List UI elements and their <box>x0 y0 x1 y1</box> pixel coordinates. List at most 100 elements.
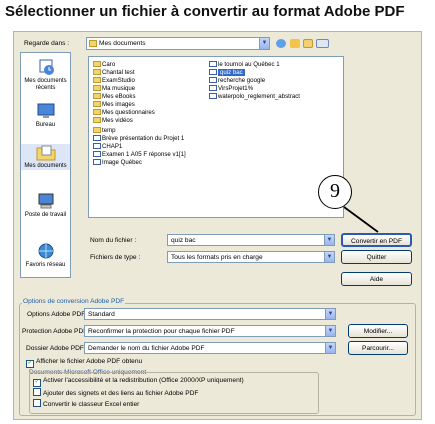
list-item[interactable]: Mes vidéos <box>93 117 133 125</box>
convert-button[interactable]: Convertir en PDF <box>341 233 412 247</box>
file-name: le tournoi au Québec 1 <box>218 61 280 68</box>
back-icon[interactable] <box>276 39 286 48</box>
list-item[interactable]: temp <box>93 127 116 135</box>
my-documents-icon <box>36 145 55 161</box>
list-item-selected[interactable]: quiz bac <box>209 69 245 77</box>
document-icon <box>209 61 217 67</box>
place-my-computer[interactable]: Poste de travail <box>21 193 70 219</box>
file-name: Image Québec <box>102 159 142 166</box>
place-desktop[interactable]: Bureau <box>21 103 70 129</box>
file-name: Brève présentation du Projet 1 <box>102 135 185 142</box>
pdf-protection-label: Protection Adobe PDF : <box>22 328 91 335</box>
file-name: ExamStudio <box>102 77 135 84</box>
place-label: Bureau <box>35 122 56 128</box>
document-icon <box>209 77 217 83</box>
document-icon <box>209 69 217 75</box>
folder-icon <box>93 117 101 123</box>
checkbox-checked-icon[interactable]: ✓ <box>26 360 34 368</box>
callout-pointer <box>343 206 379 233</box>
list-item[interactable]: ExamStudio <box>93 77 135 85</box>
list-item[interactable]: Examen 1 A05 F réponse v1[1] <box>93 151 186 159</box>
file-name-input[interactable]: quiz bac ▼ <box>167 234 335 246</box>
modify-button[interactable]: Modifier... <box>348 324 408 338</box>
place-label: Poste de travail <box>24 212 67 218</box>
look-in-select[interactable]: Mes documents ▼ <box>86 37 270 50</box>
list-item[interactable]: Caro <box>93 61 115 69</box>
browse-button[interactable]: Parcourir... <box>348 341 408 355</box>
document-icon <box>209 93 217 99</box>
document-icon <box>93 135 101 141</box>
chevron-down-icon[interactable]: ▼ <box>324 252 334 262</box>
bookmarks-checkbox[interactable]: Ajouter des signets et des liens au fich… <box>33 388 198 397</box>
list-item[interactable]: Image Québec <box>93 159 142 167</box>
place-my-documents[interactable]: Mes documents <box>21 144 70 170</box>
conversion-options-title: Options de conversion Adobe PDF <box>22 298 126 305</box>
excel-workbook-checkbox[interactable]: Convertir le classeur Excel entier <box>33 399 139 408</box>
new-folder-icon[interactable] <box>303 39 313 48</box>
pdf-protection-value: Reconfirmer la protection pour chaque fi… <box>88 328 235 335</box>
file-list[interactable]: Caro Chantal test ExamStudio Ma musique … <box>88 56 344 218</box>
help-button[interactable]: Aide <box>341 272 412 286</box>
pdf-options-value: Standard <box>88 311 115 318</box>
list-item[interactable]: Mes images <box>93 101 135 109</box>
file-name: Mes images <box>102 101 135 108</box>
list-item[interactable]: Brève présentation du Projet 1 <box>93 135 184 143</box>
callout-number: 9 <box>318 175 352 209</box>
document-icon <box>93 159 101 165</box>
chevron-down-icon[interactable]: ▼ <box>325 343 335 353</box>
checkbox-unchecked-icon[interactable] <box>33 399 41 407</box>
list-item[interactable]: waterpolo_reglement_abstract <box>209 93 300 101</box>
file-name: Mes vidéos <box>102 117 133 124</box>
chevron-down-icon[interactable]: ▼ <box>324 235 334 245</box>
document-icon <box>209 85 217 91</box>
bookmarks-label: Ajouter des signets et des liens au fich… <box>43 390 199 397</box>
file-name: temp <box>102 127 116 134</box>
list-item[interactable]: recherche google <box>209 77 265 85</box>
show-result-label: Afficher le fichier Adobe PDF obtenu <box>36 358 143 365</box>
page-title: Sélectionner un fichier à convertir au f… <box>5 3 405 20</box>
file-name: CHAP1 <box>102 143 123 150</box>
place-label: Favoris réseau <box>25 262 66 268</box>
file-type-label: Fichiers de type : <box>90 254 141 261</box>
desktop-icon <box>37 103 54 118</box>
look-in-value: Mes documents <box>99 40 146 47</box>
up-folder-icon[interactable] <box>290 39 300 48</box>
pdf-folder-select[interactable]: Demander le nom du fichier Adobe PDF ▼ <box>84 342 336 354</box>
folder-icon <box>89 40 97 47</box>
pdf-folder-value: Demander le nom du fichier Adobe PDF <box>88 345 205 352</box>
pdf-protection-select[interactable]: Reconfirmer la protection pour chaque fi… <box>84 325 336 337</box>
list-item[interactable]: Mes eBooks <box>93 93 136 101</box>
list-item[interactable]: VirsProjet1% <box>209 85 253 93</box>
file-name: Mes questionnaires <box>102 109 155 116</box>
place-network[interactable]: Favoris réseau <box>21 243 70 269</box>
list-item[interactable]: Ma musique <box>93 85 135 93</box>
look-in-label: Regarde dans : <box>24 40 70 47</box>
place-recent-documents[interactable]: Mes documents récents <box>21 59 70 92</box>
show-result-checkbox[interactable]: ✓ Afficher le fichier Adobe PDF obtenu <box>26 358 142 368</box>
list-item[interactable]: CHAP1 <box>93 143 122 151</box>
list-item[interactable]: Chantal test <box>93 69 135 77</box>
file-type-select[interactable]: Tous les formats pris en charge ▼ <box>167 251 335 263</box>
file-name-label: Nom du fichier : <box>90 237 137 244</box>
network-places-icon <box>38 243 53 259</box>
list-item[interactable]: Mes questionnaires <box>93 109 155 117</box>
excel-workbook-label: Convertir le classeur Excel entier <box>43 401 140 408</box>
file-name: VirsProjet1% <box>218 85 254 92</box>
accessibility-checkbox[interactable]: ✓ Activer l'accessibilité et la redistrib… <box>33 377 244 387</box>
view-menu-icon[interactable] <box>316 39 329 48</box>
pdf-options-select[interactable]: Standard ▼ <box>84 308 336 320</box>
folder-icon <box>93 101 101 107</box>
chevron-down-icon[interactable]: ▼ <box>325 309 335 319</box>
quit-button[interactable]: Quitter <box>341 250 412 264</box>
folder-icon <box>93 61 101 67</box>
list-item[interactable]: le tournoi au Québec 1 <box>209 61 280 69</box>
chevron-down-icon[interactable]: ▼ <box>259 38 269 49</box>
pdf-folder-label: Dossier Adobe PDF : <box>26 345 88 352</box>
chevron-down-icon[interactable]: ▼ <box>325 326 335 336</box>
file-name: Ma musique <box>102 85 136 92</box>
place-label: Mes documents <box>24 163 67 169</box>
checkbox-unchecked-icon[interactable] <box>33 388 41 396</box>
checkbox-checked-icon[interactable]: ✓ <box>33 379 41 387</box>
file-name: Caro <box>102 61 116 68</box>
file-name: recherche google <box>218 77 266 84</box>
